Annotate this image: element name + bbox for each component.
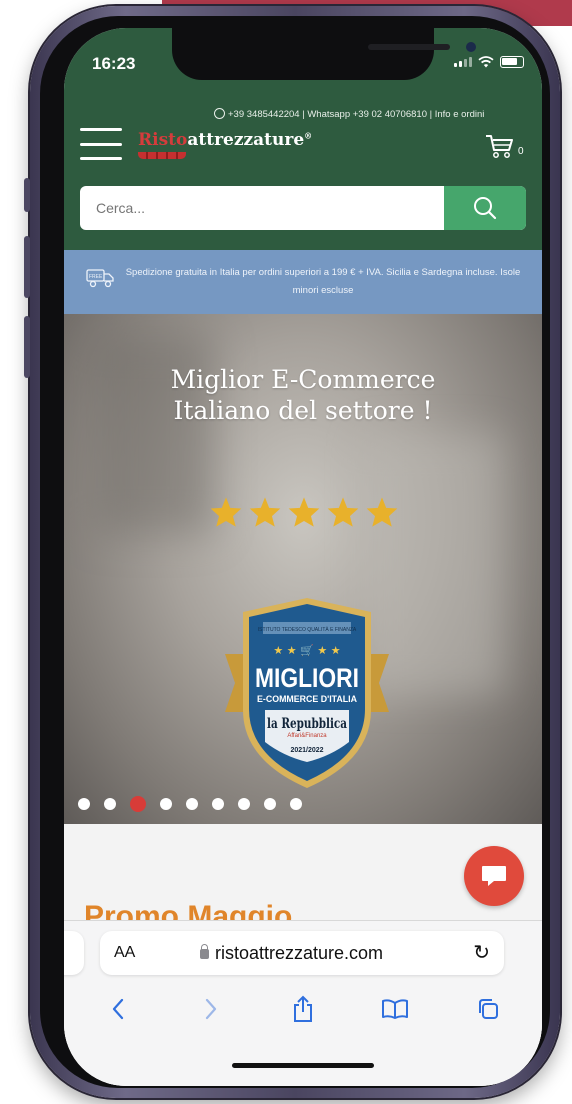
badge-year: 2021/2022 (290, 747, 323, 754)
share-button[interactable] (283, 991, 323, 1027)
tabs-button[interactable] (468, 991, 508, 1027)
star-icon (366, 497, 398, 527)
cart-icon[interactable] (484, 132, 514, 160)
carousel-dot[interactable] (238, 798, 250, 810)
search-input[interactable] (80, 186, 444, 230)
phone-screen: 16:23 +39 3485442204 | Whatsapp +39 02 4… (64, 28, 542, 1086)
forward-button[interactable] (191, 991, 231, 1027)
battery-icon (500, 56, 524, 68)
hero-carousel[interactable]: Miglior E-Commerce Italiano del settore … (64, 314, 542, 824)
carousel-dots (78, 796, 302, 812)
forward-icon (205, 998, 216, 1020)
bookmarks-icon (382, 999, 409, 1019)
cart-count: 0 (518, 146, 524, 157)
truck-label: FREE (89, 274, 103, 280)
reload-icon[interactable]: ↻ (473, 940, 490, 965)
phone-volume-down (24, 316, 30, 378)
logo-awning-graphic (138, 152, 186, 159)
carousel-dot[interactable] (160, 798, 172, 810)
menu-bar (80, 128, 122, 131)
logo-registered-mark: ® (304, 130, 313, 141)
star-icon (327, 497, 359, 527)
star-icon (288, 497, 320, 527)
badge-subtitle: E-COMMERCE D'ITALIA (257, 694, 357, 704)
lock-icon (200, 944, 209, 959)
back-button[interactable] (98, 991, 138, 1027)
safari-toolbar: AA ristoattrezzature.com ↻ (64, 920, 542, 1086)
notch (172, 28, 476, 80)
status-time: 16:23 (92, 54, 136, 73)
search-icon (474, 197, 497, 220)
contact-info[interactable]: +39 3485442204 | Whatsapp +39 02 4070681… (214, 108, 484, 120)
menu-bar (80, 157, 122, 160)
carousel-dot[interactable] (186, 798, 198, 810)
rating-stars (209, 496, 399, 528)
svg-text:★ ★ 🛒 ★ ★: ★ ★ 🛒 ★ ★ (273, 644, 340, 657)
logo-brand-red: Risto (138, 130, 188, 150)
carousel-dot[interactable] (290, 798, 302, 810)
badge-publisher-sub: Affari&Finanza (287, 733, 327, 739)
address-bar[interactable]: AA ristoattrezzature.com ↻ (100, 931, 504, 975)
previous-tab-edge[interactable] (64, 931, 84, 975)
chat-button[interactable] (464, 846, 524, 906)
status-icons (454, 56, 524, 68)
url-display[interactable]: ristoattrezzature.com (200, 943, 383, 964)
earpiece (368, 44, 450, 50)
browser-nav (64, 989, 542, 1029)
carousel-dot[interactable] (78, 798, 90, 810)
wifi-icon (478, 56, 494, 68)
contact-text: +39 3485442204 | Whatsapp +39 02 4070681… (228, 109, 485, 120)
menu-bar (80, 142, 122, 146)
carousel-dot[interactable] (212, 798, 224, 810)
hero-title-line-1: Miglior E-Commerce (170, 365, 436, 394)
badge-top-text: ISTITUTO TEDESCO QUALITÀ E FINANZA (258, 626, 357, 633)
tabs-icon (478, 999, 498, 1019)
carousel-dot[interactable] (104, 798, 116, 810)
search-button[interactable] (444, 186, 526, 230)
bookmarks-button[interactable] (375, 991, 415, 1027)
hero-title: Miglior E-Commerce Italiano del settore … (64, 364, 542, 426)
logo-brand-white: attrezzature (187, 130, 305, 150)
hero-title-line-2: Italiano del settore ! (173, 396, 433, 425)
whatsapp-icon (214, 108, 225, 119)
star-icon (249, 497, 281, 527)
phone-mute-switch (24, 178, 30, 212)
carousel-dot-active[interactable] (130, 796, 146, 812)
front-camera (466, 42, 476, 52)
award-badge: ISTITUTO TEDESCO QUALITÀ E FINANZA ★ ★ 🛒… (225, 598, 389, 788)
star-icon (210, 497, 242, 527)
badge-title: MIGLIORI (255, 663, 359, 693)
menu-button[interactable] (80, 128, 122, 160)
search-bar (80, 186, 526, 230)
phone-volume-up (24, 236, 30, 298)
share-icon (293, 995, 312, 1022)
shipping-text: Spedizione gratuita in Italia per ordini… (125, 267, 521, 296)
shipping-banner: FREE Spedizione gratuita in Italia per o… (64, 250, 542, 314)
free-shipping-truck-icon: FREE (86, 269, 114, 288)
site-logo[interactable]: Ristoattrezzature® (138, 130, 312, 150)
text-size-button[interactable]: AA (114, 944, 135, 962)
home-indicator[interactable] (232, 1063, 374, 1068)
back-icon (113, 998, 124, 1020)
url-text: ristoattrezzature.com (215, 943, 384, 963)
chat-icon (482, 866, 506, 886)
carousel-dot[interactable] (264, 798, 276, 810)
text-size-label: AA (114, 944, 136, 961)
badge-publisher: la Repubblica (267, 716, 347, 732)
cellular-signal-icon (454, 57, 472, 67)
